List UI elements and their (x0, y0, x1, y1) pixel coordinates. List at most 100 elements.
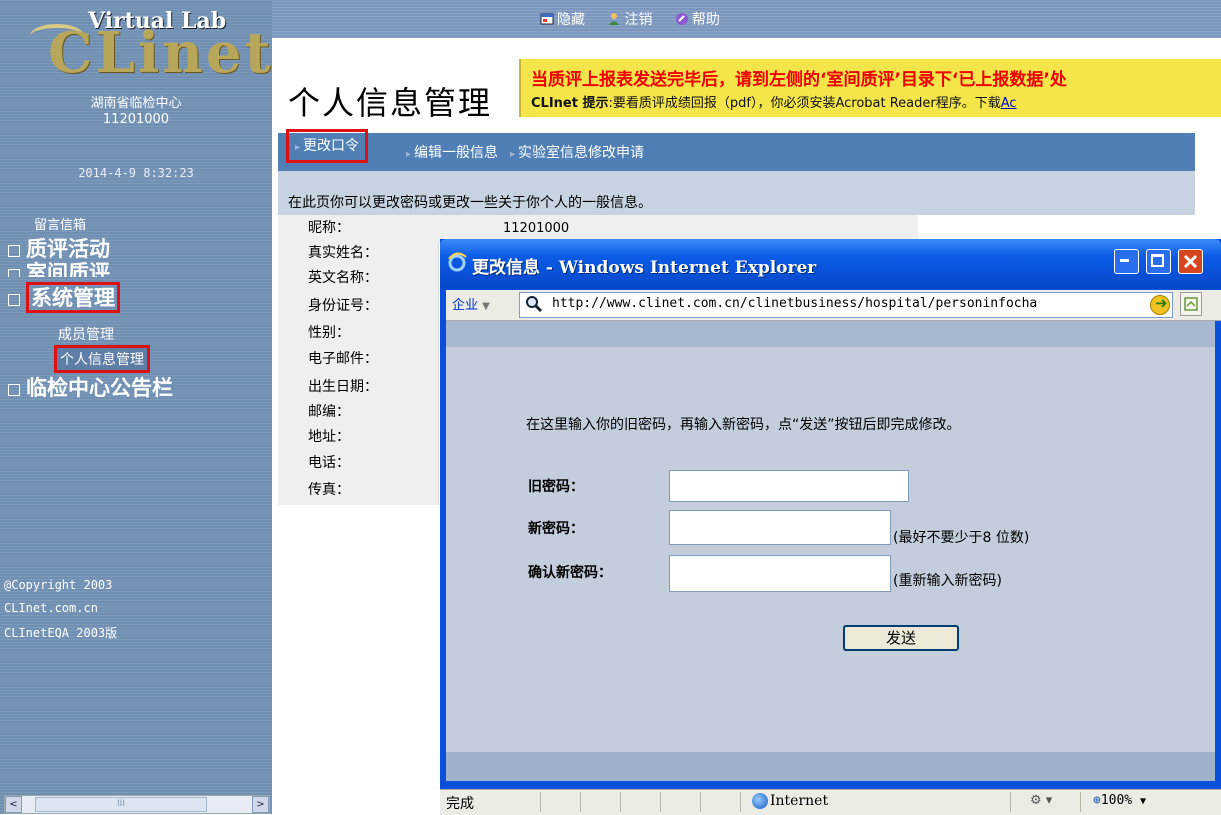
tab-change-password[interactable]: ▸ 更改口令 (286, 129, 369, 163)
tab-label: 实验室信息修改申请 (518, 145, 645, 161)
help-label: 帮助 (691, 12, 720, 28)
search-magnifier-icon (526, 296, 543, 313)
field-label: 邮编： (308, 404, 350, 420)
notice-line-1: 当质评上报表发送完毕后，请到左侧的‘室间质评’目录下‘已上报数据’处 (531, 70, 1067, 90)
chevron-down-icon: ▼ (482, 301, 490, 312)
field-label: 地址： (308, 429, 350, 445)
intro-text: 在此页你可以更改密码或更改一些关于你个人的一般信息。 (288, 195, 652, 211)
tab-arrow-icon: ▸ (295, 142, 301, 153)
zoom-level: 100% (1100, 793, 1133, 808)
org-name: 湖南省临检中心 (90, 96, 182, 111)
field-label: 性别： (308, 325, 350, 341)
popup-content (446, 321, 1215, 781)
top-toolbar (272, 0, 1221, 38)
status-divider (620, 792, 621, 812)
nav-bulletin-board[interactable]: 临检中心公告栏 (8, 372, 173, 402)
nav-label: 系统管理 (26, 282, 120, 313)
nav-eqa[interactable]: 室间质评 (8, 257, 110, 277)
feed-icon (1184, 297, 1198, 311)
chevron-down-icon: ▼ (1139, 796, 1146, 807)
company-dropdown[interactable]: 企业 ▼ (452, 294, 490, 313)
nav-member-management[interactable]: 成员管理 (58, 324, 114, 344)
field-label: 电话： (308, 455, 350, 471)
status-text: 完成 (446, 796, 474, 812)
field-label: 昵称： (308, 220, 350, 236)
tab-lab-info-request[interactable]: ▸ 实验室信息修改申请 (510, 142, 644, 162)
old-password-label: 旧密码： (528, 479, 584, 495)
confirm-password-input[interactable] (669, 555, 891, 592)
user-logout-icon (609, 13, 620, 25)
zoom-control[interactable]: ⊕100% ▼ (1093, 793, 1146, 808)
tab-edit-general-info[interactable]: ▸ 编辑一般信息 (406, 142, 498, 162)
logout-link[interactable]: 注销 (607, 12, 656, 28)
notice-brand: CLInet 提示 (531, 96, 609, 111)
field-label: 身份证号： (308, 298, 378, 314)
new-password-input[interactable] (669, 510, 891, 545)
feed-button[interactable] (1180, 292, 1202, 316)
org-id: 11201000 (102, 112, 170, 127)
notice-text: :要看质评成绩回报（pdf），你必须安装Acrobat Reader程序。下载 (608, 96, 1001, 111)
close-button[interactable] (1178, 249, 1203, 274)
internet-zone-icon (752, 793, 768, 809)
old-password-input[interactable] (669, 470, 909, 502)
tree-node-icon (8, 293, 20, 306)
status-divider (540, 792, 541, 812)
field-label: 真实姓名： (308, 245, 378, 261)
hide-link[interactable]: 隐藏 (540, 12, 589, 28)
login-datetime: 2014-4-9 8:32:23 (78, 166, 194, 180)
field-label: 英文名称： (308, 270, 378, 286)
page-title: 个人信息管理 (288, 84, 493, 122)
hide-icon (540, 13, 554, 25)
go-button[interactable]: ➜ (1150, 294, 1170, 315)
acrobat-download-link[interactable]: Ac (1001, 96, 1017, 111)
nav-label: 室间质评 (26, 260, 110, 277)
logo-text: CLinet (48, 20, 274, 86)
popup-content-footer (446, 752, 1215, 781)
status-divider (740, 792, 741, 812)
status-divider (580, 792, 581, 812)
scroll-thumb[interactable]: III (35, 797, 207, 812)
nav-personal-info-management[interactable]: 个人信息管理 (54, 345, 150, 373)
status-divider (1080, 792, 1081, 812)
send-button[interactable]: 发送 (843, 625, 959, 651)
copyright-line: @Copyright 2003 (4, 578, 113, 592)
field-label: 传真： (308, 482, 350, 498)
field-label: 电子邮件： (308, 351, 378, 367)
hide-label: 隐藏 (557, 12, 585, 28)
confirm-password-hint: (重新输入新密码) (893, 573, 1002, 589)
window-title: 更改信息 - Windows Internet Explorer (472, 258, 817, 278)
sidebar-horizontal-scrollbar[interactable]: < III > (4, 795, 270, 814)
tab-label: 编辑一般信息 (414, 145, 499, 161)
minimize-button[interactable] (1114, 249, 1139, 274)
scroll-right-icon[interactable]: > (252, 796, 269, 813)
tab-label: 更改口令 (303, 138, 360, 154)
company-label: 企业 (452, 298, 479, 313)
go-arrow-icon: ➜ (1155, 294, 1168, 312)
maximize-button[interactable] (1146, 249, 1171, 274)
help-icon (675, 13, 688, 25)
tree-node-icon (8, 268, 20, 277)
notice-line-2: CLInet 提示:要看质评成绩回报（pdf），你必须安装Acrobat Rea… (531, 92, 1017, 111)
close-icon (1183, 254, 1198, 269)
minimize-icon (1120, 259, 1129, 262)
logout-label: 注销 (624, 12, 653, 28)
copyright-line: CLInetEQA 2003版 (4, 626, 118, 640)
confirm-password-label: 确认新密码： (528, 565, 612, 581)
message-box-link[interactable]: 留言信箱 (34, 214, 86, 233)
status-divider (700, 792, 701, 812)
scroll-left-icon[interactable]: < (5, 796, 22, 813)
security-zone: Internet (770, 793, 829, 809)
nav-system-management[interactable]: 系统管理 (8, 282, 120, 313)
top-links: 隐藏 注销 帮助 (540, 9, 738, 29)
tree-node-icon (8, 383, 20, 396)
copyright-line: CLInet.com.cn (4, 601, 98, 615)
notice-banner: 当质评上报表发送完毕后，请到左侧的‘室间质评’目录下‘已上报数据’处 CLIne… (519, 59, 1221, 117)
new-password-hint: (最好不要少于8 位数) (893, 530, 1030, 546)
field-label: 出生日期： (308, 379, 378, 395)
address-url: http://www.clinet.com.cn/clinetbusiness/… (552, 296, 1038, 311)
status-divider (1010, 792, 1011, 812)
maximize-icon (1151, 254, 1164, 267)
help-link[interactable]: 帮助 (675, 12, 720, 28)
protected-mode-icon[interactable]: ⚙ ▾ (1030, 793, 1052, 808)
internet-explorer-icon (448, 252, 467, 272)
